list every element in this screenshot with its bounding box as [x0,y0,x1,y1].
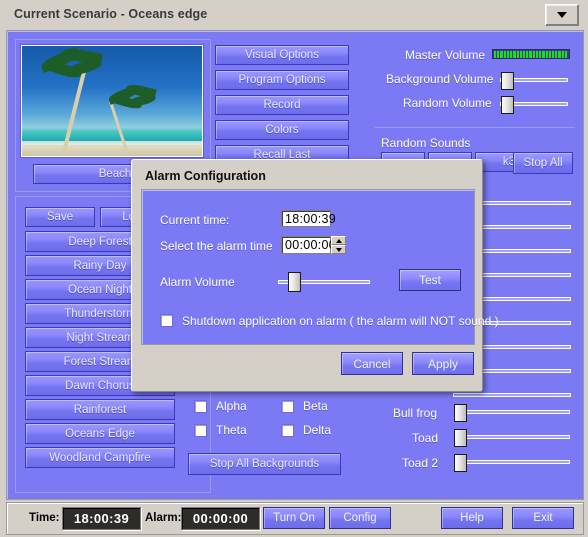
record-button[interactable]: Record [215,95,349,115]
spinner-up-button[interactable] [331,236,346,245]
alarm-volume-label: Alarm Volume [160,275,235,289]
scenario-image [21,45,203,157]
preset-oceans-edge[interactable]: Oceans Edge [25,423,175,444]
page-title: Current Scenario - Oceans edge [14,7,208,21]
checkbox-alpha[interactable] [194,400,207,413]
time-display: 18:00:39 [62,507,141,530]
alarm-time-field[interactable]: 00:00:00 [281,236,336,254]
application-window: Current Scenario - Oceans edge Beach Vis… [0,0,588,537]
background-volume-slider[interactable] [492,72,572,90]
bullfrog-slider[interactable] [450,404,575,422]
program-options-button[interactable]: Program Options [215,70,349,90]
dialog-body: Current time: 18:00:39 Select the alarm … [141,189,499,345]
random-sounds-title: Random Sounds [381,136,471,150]
checkbox-theta[interactable] [194,424,207,437]
random-volume-slider[interactable] [492,96,572,114]
colors-button[interactable]: Colors [215,120,349,140]
save-button[interactable]: Save [25,207,95,227]
preset-woodland-campfire[interactable]: Woodland Campfire [25,447,175,468]
scenario-dropdown-button[interactable] [545,4,579,26]
preset-rainforest[interactable]: Rainforest [25,399,175,420]
spinner-down-button[interactable] [331,245,346,254]
checkbox-alpha-label: Alpha [216,399,247,413]
stop-all-backgrounds-button[interactable]: Stop All Backgrounds [188,453,341,475]
alarm-volume-slider[interactable] [274,272,374,292]
divider [375,127,575,128]
bullfrog-slider-label: Bull frog [393,406,438,420]
stop-all-button[interactable]: Stop All [513,152,573,174]
exit-button[interactable]: Exit [512,507,574,529]
caret-down-icon [335,247,342,252]
alarm-display: 00:00:00 [181,507,260,530]
background-volume-label: Background Volume [386,72,494,86]
title-bar: Current Scenario - Oceans edge [0,0,588,30]
checkbox-delta[interactable] [281,424,294,437]
checkbox-delta-label: Delta [303,423,332,437]
chevron-down-icon [557,12,567,18]
current-time-label: Current time: [160,213,230,227]
master-volume-meter [492,49,570,59]
test-button[interactable]: Test [399,269,461,291]
current-time-field: 18:00:39 [281,210,336,227]
alarm-time-label: Select the alarm time [160,239,273,253]
shutdown-on-alarm-label: Shutdown application on alarm ( the alar… [182,314,499,328]
checkbox-theta-label: Theta [216,423,247,437]
shutdown-on-alarm-checkbox[interactable] [160,314,173,327]
caret-up-icon [335,238,342,243]
checkbox-beta[interactable] [281,400,294,413]
dialog-title: Alarm Configuration [145,169,266,183]
toad2-slider[interactable] [450,454,575,472]
status-bar: Time: 18:00:39 Alarm: 00:00:00 Turn On C… [6,502,584,535]
apply-button[interactable]: Apply [412,352,474,375]
cancel-button[interactable]: Cancel [341,352,403,375]
time-label: Time: [29,512,60,524]
toad-slider[interactable] [450,429,575,447]
toad-slider-label: Toad [412,431,439,445]
alarm-configuration-dialog: Alarm Configuration Current time: 18:00:… [131,159,499,392]
alarm-label: Alarm: [145,512,182,524]
visual-options-button[interactable]: Visual Options [215,45,349,65]
random-volume-label: Random Volume [403,96,492,110]
checkbox-beta-label: Beta [303,399,328,413]
master-volume-label: Master Volume [405,48,486,62]
toad2-slider-label: Toad 2 [402,456,439,470]
alarm-time-spinner[interactable] [331,236,346,254]
help-button[interactable]: Help [441,507,503,529]
turn-on-button[interactable]: Turn On [263,507,325,529]
config-button[interactable]: Config [329,507,391,529]
